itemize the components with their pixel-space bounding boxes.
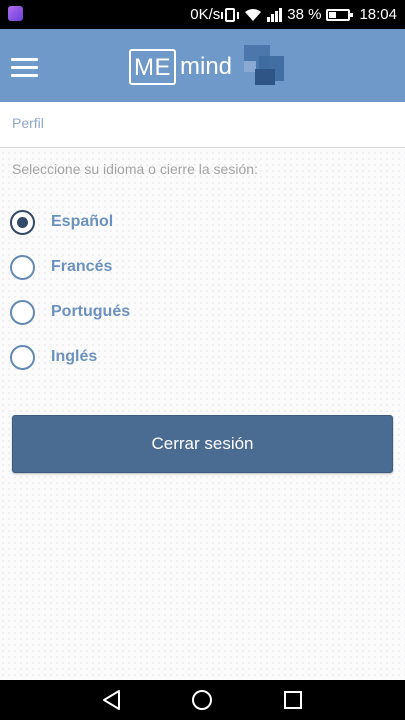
profile-content: Perfil Seleccione su idioma o cierre la … bbox=[0, 102, 405, 680]
recents-square-icon[interactable] bbox=[281, 688, 305, 712]
home-circle-icon[interactable] bbox=[190, 688, 214, 712]
language-option-portugues[interactable]: Portugués bbox=[10, 296, 310, 328]
page-title: Perfil bbox=[12, 115, 44, 131]
vibrate-icon bbox=[221, 7, 240, 22]
profile-header: Perfil bbox=[0, 102, 405, 148]
hamburger-menu-icon[interactable] bbox=[11, 58, 38, 78]
logo-me-text: ME bbox=[129, 49, 176, 85]
status-time: 18:04 bbox=[359, 6, 397, 23]
language-label: Español bbox=[51, 213, 114, 230]
instruction-text: Seleccione su idioma o cierre la sesión: bbox=[12, 161, 258, 177]
wifi-icon bbox=[245, 8, 262, 21]
back-triangle-icon[interactable] bbox=[100, 688, 124, 712]
language-option-espanol[interactable]: Español bbox=[10, 206, 310, 238]
language-option-frances[interactable]: Francés bbox=[10, 251, 310, 283]
logo-mind-text: mind bbox=[180, 53, 233, 80]
memind-logo: ME mind bbox=[129, 43, 288, 91]
status-indicators: 0K/s 38 % 18:04 bbox=[190, 0, 397, 29]
battery-percent: 38 % bbox=[287, 6, 322, 23]
battery-level-fill bbox=[329, 11, 337, 18]
language-option-ingles[interactable]: Inglés bbox=[10, 341, 310, 373]
app-notification-icon bbox=[8, 6, 23, 21]
logout-button[interactable]: Cerrar sesión bbox=[12, 415, 393, 473]
language-label: Francés bbox=[51, 258, 113, 275]
status-bar: 0K/s 38 % 18:04 bbox=[0, 0, 405, 29]
radio-icon[interactable] bbox=[10, 299, 35, 325]
signal-icon bbox=[267, 7, 283, 22]
radio-icon[interactable] bbox=[10, 209, 35, 235]
app-bar: ME mind bbox=[0, 29, 405, 102]
radio-icon[interactable] bbox=[10, 254, 35, 280]
system-nav-bar bbox=[0, 680, 405, 720]
language-label: Inglés bbox=[51, 348, 98, 365]
language-label: Portugués bbox=[51, 303, 131, 320]
network-speed: 0K/s bbox=[190, 6, 221, 23]
battery-icon bbox=[326, 8, 354, 21]
memind-logo-squares-icon bbox=[244, 45, 288, 89]
radio-icon[interactable] bbox=[10, 344, 35, 370]
